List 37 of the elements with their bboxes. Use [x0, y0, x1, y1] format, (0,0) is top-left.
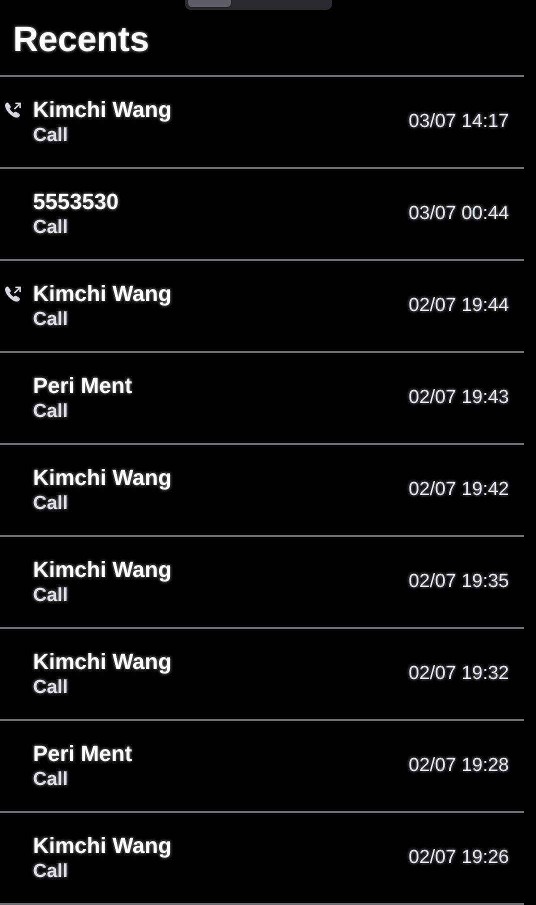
contact-name: Kimchi Wang: [33, 280, 172, 308]
contact-name: 5553530: [33, 188, 119, 216]
contact-name: Kimchi Wang: [33, 96, 172, 124]
contact-name: Kimchi Wang: [33, 832, 172, 860]
call-type: Call: [33, 860, 69, 884]
call-time: 03/07 00:44: [408, 202, 509, 226]
call-row[interactable]: Peri Ment Call 02/07 19:43: [0, 353, 524, 445]
call-row[interactable]: 5553530 Call 03/07 00:44: [0, 169, 524, 261]
call-time: 02/07 19:26: [408, 846, 509, 870]
call-time: 02/07 19:32: [408, 662, 509, 686]
call-row[interactable]: Kimchi Wang Call 02/07 19:42: [0, 445, 524, 537]
call-time: 02/07 19:43: [408, 386, 509, 410]
call-type: Call: [33, 308, 69, 332]
contact-name: Kimchi Wang: [33, 556, 172, 584]
call-row[interactable]: Kimchi Wang Call 02/07 19:44: [0, 261, 524, 353]
call-type: Call: [33, 492, 69, 516]
call-type: Call: [33, 216, 69, 240]
contact-name: Peri Ment: [33, 740, 132, 768]
contact-name: Kimchi Wang: [33, 648, 172, 676]
call-type: Call: [33, 124, 69, 148]
call-time: 02/07 19:35: [408, 570, 509, 594]
call-type: Call: [33, 676, 69, 700]
call-row[interactable]: Kimchi Wang Call 03/07 14:17: [0, 77, 524, 169]
page-title: Recents: [13, 22, 150, 57]
call-type: Call: [33, 584, 69, 608]
call-type: Call: [33, 400, 69, 424]
contact-name: Kimchi Wang: [33, 464, 172, 492]
call-time: 02/07 19:42: [408, 478, 509, 502]
call-row[interactable]: Peri Ment Call 02/07 19:28: [0, 721, 524, 813]
call-row[interactable]: Kimchi Wang Call 02/07 19:26: [0, 813, 524, 905]
call-time: 02/07 19:44: [408, 294, 509, 318]
contact-name: Peri Ment: [33, 372, 132, 400]
call-type: Call: [33, 768, 69, 792]
call-row[interactable]: Kimchi Wang Call 02/07 19:35: [0, 537, 524, 629]
call-time: 03/07 14:17: [408, 110, 509, 134]
call-time: 02/07 19:28: [408, 754, 509, 778]
call-row[interactable]: Kimchi Wang Call 02/07 19:32: [0, 629, 524, 721]
